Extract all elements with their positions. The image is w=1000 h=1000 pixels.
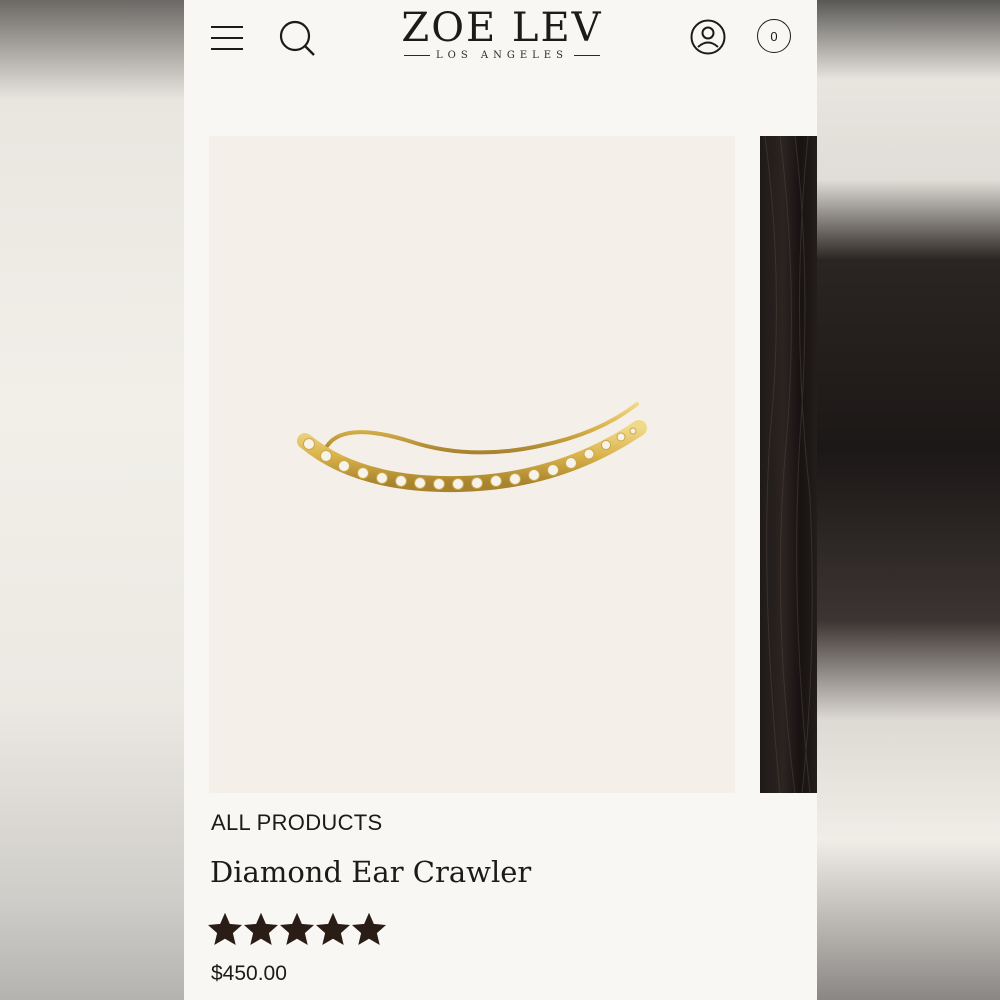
star-icon [316,912,350,946]
phone-screen: ZOE LEV LOS ANGELES 0 ALL PRODUCTS Diamo… [184,0,817,1000]
breadcrumb-link[interactable]: ALL PRODUCTS [211,810,383,836]
product-price: $450.00 [211,962,287,985]
brand-logo[interactable]: ZOE LEV LOS ANGELES [384,4,620,70]
product-image-ear-crawler[interactable] [209,136,735,793]
menu-icon[interactable] [210,24,244,52]
cart-button[interactable]: 0 [757,19,791,53]
account-icon[interactable] [690,19,726,55]
star-icon [280,912,314,946]
next-product-image-peek[interactable] [760,136,817,793]
blurred-backdrop-left [0,0,184,1000]
blurred-backdrop-right [817,0,1000,1000]
cart-count-badge: 0 [770,28,778,44]
star-icon [244,912,278,946]
logo-rule-left [404,55,431,56]
product-title: Diamond Ear Crawler [210,855,532,889]
logo-rule-right [573,55,600,56]
site-header: ZOE LEV LOS ANGELES 0 [184,0,817,80]
star-icon [352,912,386,946]
logo-tagline: LOS ANGELES [436,50,568,61]
search-icon[interactable] [278,18,318,58]
logo-wordmark: ZOE LEV [401,5,603,51]
star-icon [208,912,242,946]
star-rating[interactable] [208,912,386,946]
